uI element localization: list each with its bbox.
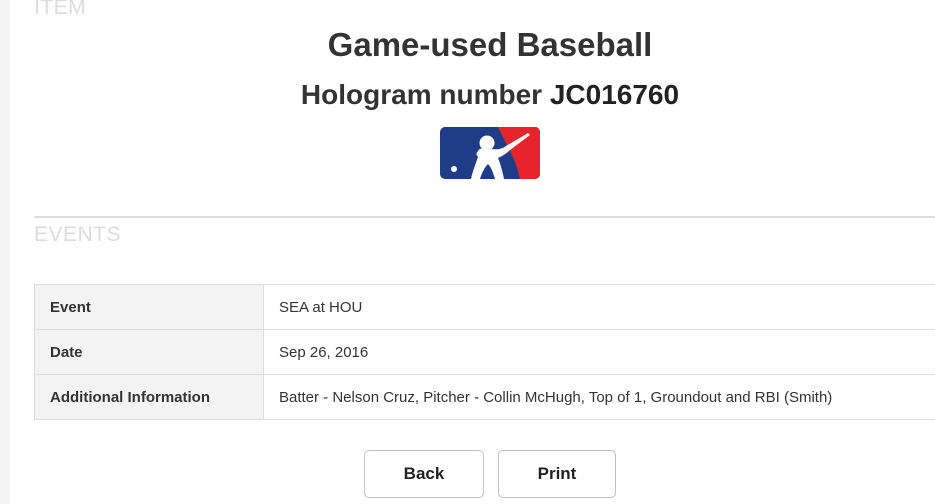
mlb-logo-icon: [440, 127, 540, 179]
hologram-code: JC016760: [549, 79, 680, 110]
hologram-prefix: Hologram number: [300, 79, 543, 110]
row-label: Date: [34, 329, 264, 375]
table-row: Event SEA at HOU: [34, 284, 935, 330]
section-divider: [34, 216, 935, 218]
row-value: Batter - Nelson Cruz, Pitcher - Collin M…: [263, 374, 935, 420]
left-rail: [0, 0, 10, 504]
section-label-events: EVENTS: [34, 223, 122, 246]
row-label: Event: [34, 284, 264, 330]
row-value: Sep 26, 2016: [263, 329, 935, 375]
back-button[interactable]: Back: [364, 450, 484, 498]
table-row: Additional Information Batter - Nelson C…: [34, 374, 935, 420]
hologram-line: Hologram number JC016760: [0, 79, 935, 111]
table-row: Date Sep 26, 2016: [34, 329, 935, 375]
events-table: Event SEA at HOU Date Sep 26, 2016 Addit…: [34, 284, 935, 420]
row-label: Additional Information: [34, 374, 264, 420]
item-title: Game-used Baseball: [327, 26, 653, 63]
print-button[interactable]: Print: [498, 450, 616, 498]
section-label-item: ITEM: [34, 0, 87, 19]
row-value: SEA at HOU: [263, 284, 935, 330]
